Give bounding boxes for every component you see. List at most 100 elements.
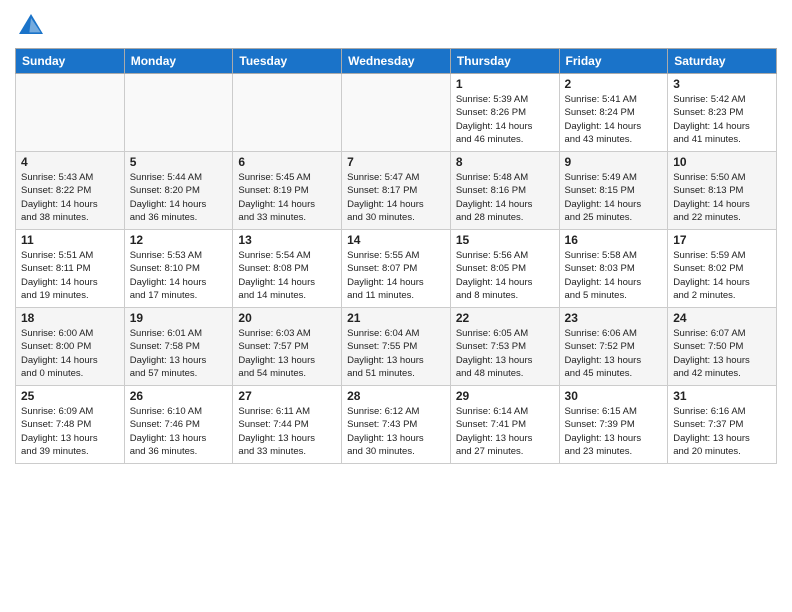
- day-info: Sunrise: 6:03 AM Sunset: 7:57 PM Dayligh…: [238, 327, 336, 380]
- calendar-cell: 29 Sunrise: 6:14 AM Sunset: 7:41 PM Dayli…: [450, 386, 559, 464]
- calendar-cell: [16, 74, 125, 152]
- day-number: 10: [673, 155, 771, 169]
- day-info: Sunrise: 5:56 AM Sunset: 8:05 PM Dayligh…: [456, 249, 554, 302]
- day-number: 15: [456, 233, 554, 247]
- day-number: 28: [347, 389, 445, 403]
- day-info: Sunrise: 5:44 AM Sunset: 8:20 PM Dayligh…: [130, 171, 228, 224]
- calendar-cell: 14 Sunrise: 5:55 AM Sunset: 8:07 PM Dayli…: [342, 230, 451, 308]
- day-number: 5: [130, 155, 228, 169]
- day-number: 6: [238, 155, 336, 169]
- day-info: Sunrise: 6:01 AM Sunset: 7:58 PM Dayligh…: [130, 327, 228, 380]
- day-number: 4: [21, 155, 119, 169]
- calendar-table: SundayMondayTuesdayWednesdayThursdayFrid…: [15, 48, 777, 464]
- day-info: Sunrise: 5:48 AM Sunset: 8:16 PM Dayligh…: [456, 171, 554, 224]
- day-info: Sunrise: 5:49 AM Sunset: 8:15 PM Dayligh…: [565, 171, 663, 224]
- calendar-cell: 13Sunrise: 5:54 AM Sunset: 8:08 PM Dayli…: [233, 230, 342, 308]
- day-number: 7: [347, 155, 445, 169]
- day-info: Sunrise: 6:06 AM Sunset: 7:52 PM Dayligh…: [565, 327, 663, 380]
- day-number: 3: [673, 77, 771, 91]
- calendar-cell: 28 Sunrise: 6:12 AM Sunset: 7:43 PM Dayli…: [342, 386, 451, 464]
- day-number: 23: [565, 311, 663, 325]
- calendar-cell: 31 Sunrise: 6:16 AM Sunset: 7:37 PM Dayli…: [668, 386, 777, 464]
- calendar-cell: 21 Sunrise: 6:04 AM Sunset: 7:55 PM Dayli…: [342, 308, 451, 386]
- calendar-week-2: 11 Sunrise: 5:51 AM Sunset: 8:11 PM Dayli…: [16, 230, 777, 308]
- day-number: 22: [456, 311, 554, 325]
- day-number: 27: [238, 389, 336, 403]
- day-number: 18: [21, 311, 119, 325]
- weekday-header-thursday: Thursday: [450, 49, 559, 74]
- day-info: Sunrise: 5:41 AM Sunset: 8:24 PM Dayligh…: [565, 93, 663, 146]
- day-info: Sunrise: 5:50 AM Sunset: 8:13 PM Dayligh…: [673, 171, 771, 224]
- calendar-cell: 3Sunrise: 5:42 AM Sunset: 8:23 PM Daylig…: [668, 74, 777, 152]
- day-number: 14: [347, 233, 445, 247]
- day-number: 21: [347, 311, 445, 325]
- day-number: 31: [673, 389, 771, 403]
- day-info: Sunrise: 5:39 AM Sunset: 8:26 PM Dayligh…: [456, 93, 554, 146]
- calendar-cell: 9 Sunrise: 5:49 AM Sunset: 8:15 PM Daylig…: [559, 152, 668, 230]
- day-number: 26: [130, 389, 228, 403]
- calendar-header: SundayMondayTuesdayWednesdayThursdayFrid…: [16, 49, 777, 74]
- day-number: 9: [565, 155, 663, 169]
- day-info: Sunrise: 5:51 AM Sunset: 8:11 PM Dayligh…: [21, 249, 119, 302]
- day-number: 1: [456, 77, 554, 91]
- calendar-cell: 10 Sunrise: 5:50 AM Sunset: 8:13 PM Dayli…: [668, 152, 777, 230]
- day-number: 17: [673, 233, 771, 247]
- calendar-cell: 18Sunrise: 6:00 AM Sunset: 8:00 PM Dayli…: [16, 308, 125, 386]
- day-info: Sunrise: 6:07 AM Sunset: 7:50 PM Dayligh…: [673, 327, 771, 380]
- day-info: Sunrise: 5:45 AM Sunset: 8:19 PM Dayligh…: [238, 171, 336, 224]
- calendar-cell: 5 Sunrise: 5:44 AM Sunset: 8:20 PM Daylig…: [124, 152, 233, 230]
- calendar-cell: 11 Sunrise: 5:51 AM Sunset: 8:11 PM Dayli…: [16, 230, 125, 308]
- day-info: Sunrise: 6:14 AM Sunset: 7:41 PM Dayligh…: [456, 405, 554, 458]
- day-info: Sunrise: 6:05 AM Sunset: 7:53 PM Dayligh…: [456, 327, 554, 380]
- day-number: 24: [673, 311, 771, 325]
- day-info: Sunrise: 6:04 AM Sunset: 7:55 PM Dayligh…: [347, 327, 445, 380]
- calendar-cell: 23 Sunrise: 6:06 AM Sunset: 7:52 PM Dayli…: [559, 308, 668, 386]
- calendar-cell: 25 Sunrise: 6:09 AM Sunset: 7:48 PM Dayli…: [16, 386, 125, 464]
- logo: [15, 10, 51, 42]
- calendar-cell: 22 Sunrise: 6:05 AM Sunset: 7:53 PM Dayli…: [450, 308, 559, 386]
- calendar-cell: 1 Sunrise: 5:39 AM Sunset: 8:26 PM Daylig…: [450, 74, 559, 152]
- day-number: 20: [238, 311, 336, 325]
- day-number: 2: [565, 77, 663, 91]
- day-info: Sunrise: 6:12 AM Sunset: 7:43 PM Dayligh…: [347, 405, 445, 458]
- day-info: Sunrise: 5:59 AM Sunset: 8:02 PM Dayligh…: [673, 249, 771, 302]
- day-number: 13: [238, 233, 336, 247]
- day-info: Sunrise: 6:09 AM Sunset: 7:48 PM Dayligh…: [21, 405, 119, 458]
- page-container: SundayMondayTuesdayWednesdayThursdayFrid…: [0, 0, 792, 469]
- calendar-body: 1 Sunrise: 5:39 AM Sunset: 8:26 PM Daylig…: [16, 74, 777, 464]
- calendar-week-4: 25 Sunrise: 6:09 AM Sunset: 7:48 PM Dayli…: [16, 386, 777, 464]
- calendar-cell: [342, 74, 451, 152]
- calendar-cell: 12Sunrise: 5:53 AM Sunset: 8:10 PM Dayli…: [124, 230, 233, 308]
- weekday-header-saturday: Saturday: [668, 49, 777, 74]
- weekday-header-wednesday: Wednesday: [342, 49, 451, 74]
- calendar-week-3: 18Sunrise: 6:00 AM Sunset: 8:00 PM Dayli…: [16, 308, 777, 386]
- day-number: 11: [21, 233, 119, 247]
- day-number: 30: [565, 389, 663, 403]
- day-info: Sunrise: 6:11 AM Sunset: 7:44 PM Dayligh…: [238, 405, 336, 458]
- day-info: Sunrise: 6:16 AM Sunset: 7:37 PM Dayligh…: [673, 405, 771, 458]
- day-info: Sunrise: 5:43 AM Sunset: 8:22 PM Dayligh…: [21, 171, 119, 224]
- day-number: 8: [456, 155, 554, 169]
- calendar-week-0: 1 Sunrise: 5:39 AM Sunset: 8:26 PM Daylig…: [16, 74, 777, 152]
- logo-icon: [15, 10, 47, 42]
- calendar-cell: 19 Sunrise: 6:01 AM Sunset: 7:58 PM Dayli…: [124, 308, 233, 386]
- calendar-cell: 27 Sunrise: 6:11 AM Sunset: 7:44 PM Dayli…: [233, 386, 342, 464]
- weekday-header-tuesday: Tuesday: [233, 49, 342, 74]
- day-number: 29: [456, 389, 554, 403]
- day-info: Sunrise: 6:10 AM Sunset: 7:46 PM Dayligh…: [130, 405, 228, 458]
- calendar-cell: 4 Sunrise: 5:43 AM Sunset: 8:22 PM Daylig…: [16, 152, 125, 230]
- calendar-cell: 24 Sunrise: 6:07 AM Sunset: 7:50 PM Dayli…: [668, 308, 777, 386]
- calendar-cell: 17 Sunrise: 5:59 AM Sunset: 8:02 PM Dayli…: [668, 230, 777, 308]
- calendar-week-1: 4 Sunrise: 5:43 AM Sunset: 8:22 PM Daylig…: [16, 152, 777, 230]
- day-number: 19: [130, 311, 228, 325]
- weekday-header-friday: Friday: [559, 49, 668, 74]
- calendar-cell: 15 Sunrise: 5:56 AM Sunset: 8:05 PM Dayli…: [450, 230, 559, 308]
- calendar-cell: 20 Sunrise: 6:03 AM Sunset: 7:57 PM Dayli…: [233, 308, 342, 386]
- calendar-cell: [124, 74, 233, 152]
- day-info: Sunrise: 5:55 AM Sunset: 8:07 PM Dayligh…: [347, 249, 445, 302]
- calendar-cell: 30 Sunrise: 6:15 AM Sunset: 7:39 PM Dayli…: [559, 386, 668, 464]
- day-number: 25: [21, 389, 119, 403]
- calendar-cell: 16Sunrise: 5:58 AM Sunset: 8:03 PM Dayli…: [559, 230, 668, 308]
- day-info: Sunrise: 6:15 AM Sunset: 7:39 PM Dayligh…: [565, 405, 663, 458]
- day-info: Sunrise: 5:58 AM Sunset: 8:03 PM Dayligh…: [565, 249, 663, 302]
